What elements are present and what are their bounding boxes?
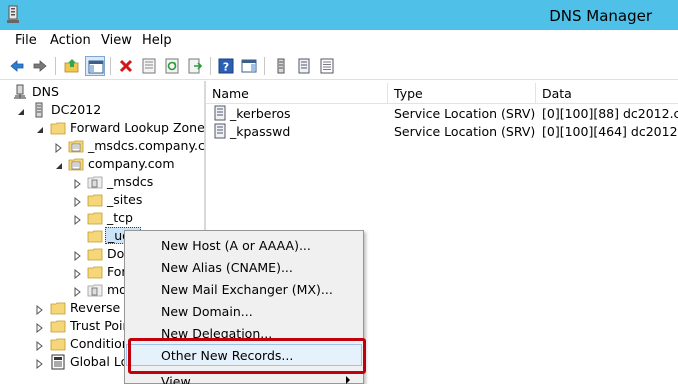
table-row[interactable]: _kerberos Service Location (SRV) [0][100… [206, 105, 678, 123]
back-arrow-icon[interactable] [7, 56, 27, 76]
table-row[interactable]: _kpasswd Service Location (SRV) [0][100]… [206, 123, 678, 141]
tree-label: Forward Lookup Zones [70, 120, 204, 135]
toolbar-separator [264, 57, 265, 75]
menu-help[interactable]: Help [142, 33, 172, 48]
menu-item-view-label: View [161, 374, 191, 384]
svg-text:?: ? [223, 61, 229, 74]
expand-arrow-icon[interactable] [74, 195, 82, 208]
tree-label: _tcp [107, 210, 133, 225]
tree-node-msdcs-zone[interactable]: _msdcs.company.com [0, 137, 204, 155]
menu-action[interactable]: Action [50, 33, 91, 48]
tree-label: DC2012 [51, 102, 102, 117]
menu-item-new-alias[interactable]: New Alias (CNAME)... [126, 256, 362, 278]
tree-node-company-com[interactable]: company.com [0, 155, 204, 173]
collapse-arrow-icon[interactable] [17, 105, 25, 115]
folder-icon [50, 336, 66, 352]
tree-node-tcp[interactable]: _tcp [0, 209, 204, 227]
refresh-icon[interactable] [162, 56, 182, 76]
record-data: [0][100][88] dc2012.company.com. [542, 106, 678, 121]
folder-icon [87, 210, 103, 226]
folder-icon [87, 246, 103, 262]
column-header-name[interactable]: Name [206, 83, 388, 103]
toolbar: ? [0, 52, 678, 80]
tree-label: company.com [88, 156, 175, 171]
folder-icon [50, 120, 66, 136]
tree-node-msdcs[interactable]: _msdcs [0, 173, 204, 191]
toolbar-separator [55, 57, 56, 75]
srv-record-icon [212, 123, 228, 142]
server-icon[interactable] [271, 56, 291, 76]
record-name: _kpasswd [230, 124, 291, 139]
record-name: _kerberos [230, 106, 291, 121]
toolbar-separator [210, 57, 211, 75]
collapse-arrow-icon[interactable] [55, 159, 63, 169]
record-type: Service Location (SRV) [394, 124, 536, 139]
expand-arrow-icon[interactable] [74, 177, 82, 190]
expand-arrow-icon[interactable] [55, 141, 63, 154]
menu-file[interactable]: File [15, 33, 37, 48]
expand-arrow-icon[interactable] [74, 267, 82, 280]
zone-icon [68, 138, 84, 154]
expand-arrow-icon[interactable] [36, 303, 44, 316]
column-header-type[interactable]: Type [388, 83, 536, 103]
folder-icon [87, 228, 103, 244]
tree-label: DNS [32, 84, 59, 99]
record-type: Service Location (SRV) [394, 106, 536, 121]
window-title: DNS Manager [549, 7, 652, 25]
delete-icon[interactable] [116, 56, 136, 76]
records-icon[interactable] [294, 56, 314, 76]
folder-icon [50, 300, 66, 316]
expand-arrow-icon[interactable] [36, 321, 44, 334]
up-folder-icon[interactable] [62, 56, 82, 76]
folder-icon [87, 192, 103, 208]
annotation-highlight [128, 338, 366, 374]
zone-icon [68, 156, 84, 172]
menu-item-new-host[interactable]: New Host (A or AAAA)... [126, 234, 362, 256]
show-hide-tree-icon[interactable] [85, 56, 105, 76]
column-header-data[interactable]: Data [536, 83, 678, 103]
expand-arrow-icon[interactable] [74, 285, 82, 298]
tree-label: _sites [107, 192, 143, 207]
menu-bar: File Action View Help [0, 30, 678, 52]
expand-arrow-icon[interactable] [74, 249, 82, 262]
tree-node-dc2012[interactable]: DC2012 [0, 101, 204, 119]
record-data: [0][100][464] dc2012.company.com. [542, 124, 678, 139]
dns-icon [12, 84, 28, 100]
toolbar-separator [110, 57, 111, 75]
tree-label: _msdcs [107, 174, 154, 189]
menu-item-new-domain[interactable]: New Domain... [126, 300, 362, 322]
folder-icon [87, 264, 103, 280]
show-hide-action-pane-icon[interactable] [239, 56, 259, 76]
title-bar: DNS Manager [0, 0, 678, 30]
tree-node-sites[interactable]: _sites [0, 191, 204, 209]
menu-view[interactable]: View [101, 33, 132, 48]
help-icon[interactable]: ? [216, 56, 236, 76]
server-icon [31, 102, 47, 118]
collapse-arrow-icon[interactable] [36, 123, 44, 133]
tree-node-forward-lookup-zones[interactable]: Forward Lookup Zones [0, 119, 204, 137]
folder-icon [50, 318, 66, 334]
tree-node-dns[interactable]: DNS [0, 83, 204, 101]
delegation-icon [87, 282, 103, 298]
export-list-icon[interactable] [185, 56, 205, 76]
forward-arrow-icon[interactable] [30, 56, 50, 76]
menu-item-new-mail-exchanger[interactable]: New Mail Exchanger (MX)... [126, 278, 362, 300]
header-divider [206, 103, 678, 104]
list-icon[interactable] [317, 56, 337, 76]
expand-arrow-icon[interactable] [74, 213, 82, 226]
delegation-icon [87, 174, 103, 190]
srv-record-icon [212, 105, 228, 124]
expand-arrow-icon[interactable] [36, 339, 44, 352]
logs-icon [50, 354, 66, 370]
properties-icon[interactable] [139, 56, 159, 76]
expand-arrow-icon[interactable] [36, 357, 44, 370]
submenu-arrow-icon [346, 376, 350, 384]
tree-label: _msdcs.company.com [88, 138, 204, 153]
